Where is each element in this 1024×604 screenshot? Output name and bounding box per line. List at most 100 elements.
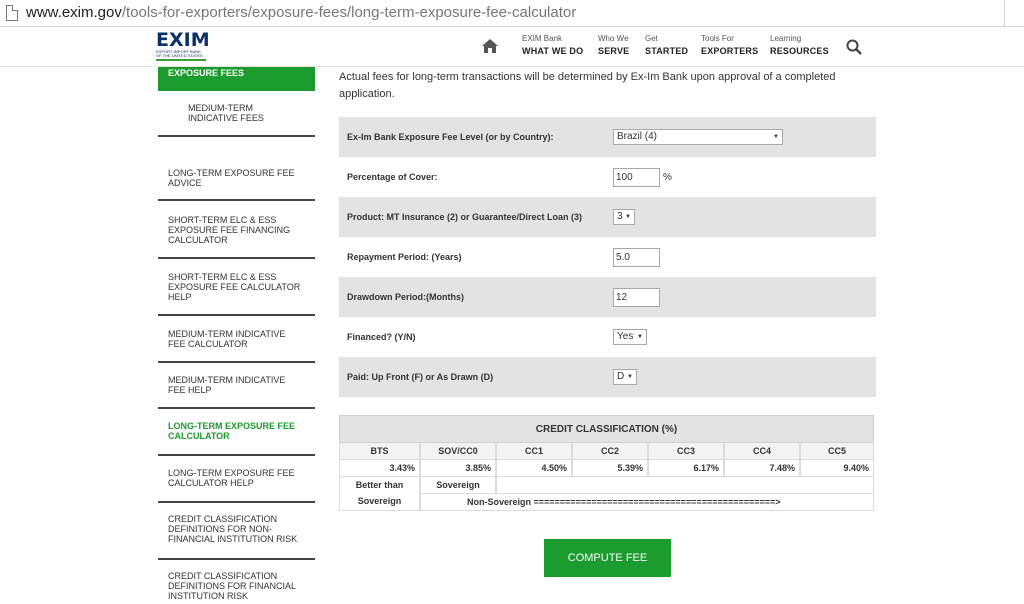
exim-logo[interactable]: EXIM EXPORT-IMPORT BANK OF THE UNITED ST… (156, 29, 210, 64)
country-select[interactable]: Brazil (4) ▼ (613, 129, 783, 145)
browser-address-bar[interactable]: www.exim.gov/tools-for-exporters/exposur… (0, 0, 1024, 27)
sidebar-item-label: SHORT-TERM ELC & ESS EXPOSURE FEE FINANC… (168, 215, 291, 245)
sidebar-item-st-elc-ess-financing-calculator[interactable]: SHORT-TERM ELC & ESS EXPOSURE FEE FINANC… (158, 215, 315, 259)
sidebar-item-label: EXPOSURE FEES (168, 68, 245, 78)
sidebar-item-credit-class-non-financial[interactable]: CREDIT CLASSIFICATION DEFINITIONS FOR NO… (158, 514, 315, 560)
nav-big-label: SERVE (598, 46, 630, 56)
sidebar-item-credit-class-financial[interactable]: CREDIT CLASSIFICATION DEFINITIONS FOR FI… (158, 571, 315, 604)
sidebar-item-lt-exposure-fee-calculator[interactable]: LONG-TERM EXPOSURE FEE CALCULATOR (158, 421, 315, 456)
sidebar-item-medium-term-indicative-fees[interactable]: MEDIUM-TERM INDICATIVE FEES (158, 103, 315, 137)
product-select-value: 3 (617, 211, 623, 222)
legend-better-than-sovereign: Better than Sovereign (339, 477, 420, 511)
sidebar-item-exposure-fees[interactable]: EXPOSURE FEES (158, 67, 315, 91)
financed-label: Financed? (Y/N) (347, 332, 416, 342)
sidebar-item-mt-indicative-fee-help[interactable]: MEDIUM-TERM INDICATIVE FEE HELP (158, 375, 315, 409)
legend-better-line1: Better than (355, 480, 404, 490)
nav-tools-for-exporters[interactable]: Tools For EXPORTERS (701, 33, 758, 57)
nav-small-label: Tools For (701, 34, 734, 43)
form-row-product: Product: MT Insurance (2) or Guarantee/D… (339, 197, 876, 237)
sidebar-item-label: MEDIUM-TERM INDICATIVE FEES (188, 103, 264, 123)
credit-col-header: SOV/CC0 (420, 443, 496, 460)
chevron-down-icon: ▼ (637, 334, 643, 340)
nav-big-label: RESOURCES (770, 46, 829, 56)
paid-select[interactable]: D ▼ (613, 369, 637, 385)
form-row-paid: Paid: Up Front (F) or As Drawn (D) D ▼ (339, 357, 876, 397)
intro-text: Actual fees for long-term transactions w… (339, 71, 836, 100)
site-header: EXIM EXPORT-IMPORT BANK OF THE UNITED ST… (0, 27, 1024, 67)
repayment-input[interactable]: 5.0 (613, 247, 660, 267)
form-row-cover: Percentage of Cover: 100 % (339, 157, 876, 197)
legend-blank-cell (496, 477, 874, 494)
nav-what-we-do[interactable]: EXIM Bank WHAT WE DO (522, 33, 583, 57)
nav-small-label: Who We (598, 34, 629, 43)
toolbar-edge (1004, 0, 1024, 27)
sidebar-item-label: CREDIT CLASSIFICATION DEFINITIONS FOR NO… (168, 514, 298, 544)
credit-table-header-row: BTS SOV/CC0 CC1 CC2 CC3 CC4 CC5 (339, 443, 874, 460)
credit-col-header: CC2 (572, 443, 648, 460)
nav-big-label: EXPORTERS (701, 46, 759, 56)
nav-get-started[interactable]: Get STARTED (645, 33, 688, 57)
sidebar-item-long-term-exposure-fee-advice[interactable]: LONG-TERM EXPOSURE FEE ADVICE (158, 168, 315, 201)
credit-value-cell: 6.17% (648, 460, 724, 477)
financed-select-value: Yes (617, 331, 634, 342)
credit-legend-row: Better than Sovereign Sovereign Non-Sove… (339, 477, 874, 511)
credit-value-cell: 9.40% (800, 460, 874, 477)
credit-col-header: BTS (339, 443, 420, 460)
search-icon[interactable] (846, 39, 862, 55)
credit-col-header: CC1 (496, 443, 572, 460)
product-select[interactable]: 3 ▼ (613, 209, 635, 225)
logo-subtext: EXPORT-IMPORT BANK OF THE UNITED STATES (156, 49, 203, 58)
credit-col-header: CC4 (724, 443, 800, 460)
page-icon (6, 5, 18, 21)
form-row-repayment: Repayment Period: (Years) 5.0 (339, 237, 876, 277)
credit-value-cell: 4.50% (496, 460, 572, 477)
paid-select-value: D (617, 371, 625, 382)
legend-better-line2: Sovereign (357, 496, 402, 506)
credit-value-cell: 3.43% (339, 460, 420, 477)
sidebar-item-label: MEDIUM-TERM INDICATIVE FEE CALCULATOR (168, 329, 286, 349)
sidebar-item-lt-exposure-fee-calculator-help[interactable]: LONG-TERM EXPOSURE FEE CALCULATOR HELP (158, 468, 315, 503)
cover-input[interactable]: 100 (613, 167, 660, 187)
credit-classification-table: CREDIT CLASSIFICATION (%) BTS SOV/CC0 CC… (339, 415, 874, 511)
logo-bar (156, 59, 206, 61)
nav-learning-resources[interactable]: Learning RESOURCES (770, 33, 829, 57)
home-icon[interactable] (482, 39, 498, 53)
country-select-value: Brazil (4) (617, 131, 658, 142)
nav-big-label: STARTED (645, 46, 689, 56)
compute-fee-button[interactable]: COMPUTE FEE (544, 539, 671, 577)
sidebar-item-label: LONG-TERM EXPOSURE FEE CALCULATOR HELP (168, 468, 295, 488)
sidebar-item-label: CREDIT CLASSIFICATION DEFINITIONS FOR FI… (168, 571, 296, 601)
drawdown-input[interactable]: 12 (613, 287, 660, 307)
financed-select[interactable]: Yes ▼ (613, 329, 647, 345)
nav-small-label: Get (645, 34, 658, 43)
product-label: Product: MT Insurance (2) or Guarantee/D… (347, 212, 583, 222)
nav-big-label: WHAT WE DO (522, 46, 584, 56)
sidebar-item-mt-indicative-fee-calculator[interactable]: MEDIUM-TERM INDICATIVE FEE CALCULATOR (158, 329, 315, 363)
chevron-down-icon: ▼ (627, 374, 633, 380)
nav-small-label: EXIM Bank (522, 34, 563, 43)
credit-table-values-row: 3.43% 3.85% 4.50% 5.39% 6.17% 7.48% 9.40… (339, 460, 874, 477)
url-text[interactable]: www.exim.gov/tools-for-exporters/exposur… (26, 4, 576, 21)
sidebar-item-label: SHORT-TERM ELC & ESS EXPOSURE FEE CALCUL… (168, 272, 301, 302)
paid-label: Paid: Up Front (F) or As Drawn (D) (347, 372, 494, 382)
sidebar-item-label: MEDIUM-TERM INDICATIVE FEE HELP (168, 375, 286, 395)
credit-col-header: CC5 (800, 443, 874, 460)
chevron-down-icon: ▼ (773, 134, 779, 140)
nav-who-we-serve[interactable]: Who We SERVE (598, 33, 629, 57)
cover-label: Percentage of Cover: (347, 172, 438, 182)
credit-value-cell: 5.39% (572, 460, 648, 477)
country-label: Ex-Im Bank Exposure Fee Level (or by Cou… (347, 132, 554, 142)
cover-unit: % (663, 171, 672, 183)
form-row-drawdown: Drawdown Period:(Months) 12 (339, 277, 876, 317)
legend-sovereign: Sovereign (420, 477, 496, 494)
nav-small-label: Learning (770, 34, 802, 43)
legend-non-sovereign: Non-Sovereign ==========================… (420, 494, 874, 511)
sidebar-item-label: LONG-TERM EXPOSURE FEE CALCULATOR (168, 421, 296, 441)
form-row-country: Ex-Im Bank Exposure Fee Level (or by Cou… (339, 117, 876, 157)
credit-table-title: CREDIT CLASSIFICATION (%) (339, 415, 874, 443)
sidebar-item-st-elc-ess-calculator-help[interactable]: SHORT-TERM ELC & ESS EXPOSURE FEE CALCUL… (158, 272, 315, 316)
legend-right: Sovereign Non-Sovereign ================… (420, 477, 874, 511)
logo-text: EXIM (156, 29, 210, 51)
credit-col-header: CC3 (648, 443, 724, 460)
url-host: www.exim.gov (26, 4, 122, 21)
